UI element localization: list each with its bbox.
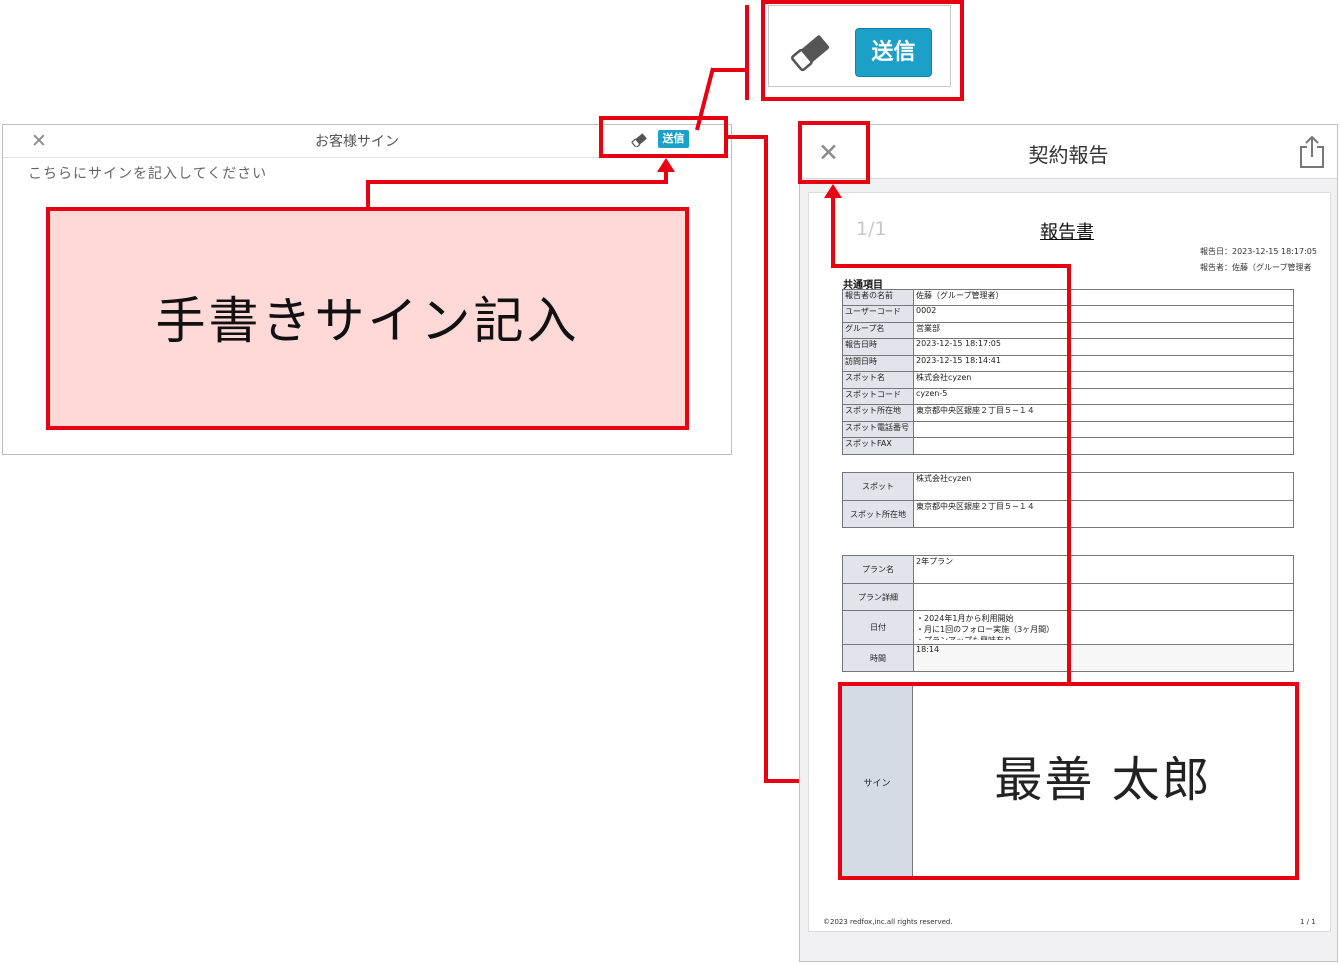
document-title: 報告書 bbox=[1040, 222, 1094, 243]
highlight-close bbox=[798, 121, 870, 184]
connector-line bbox=[664, 170, 668, 184]
reporter: 報告者：佐藤（グループ管理者 bbox=[1200, 263, 1312, 272]
row-label: スポットFAX bbox=[842, 437, 914, 455]
row-label: スポット所在地 bbox=[842, 500, 914, 528]
row-label: 報告者の名前 bbox=[842, 289, 914, 306]
arrow-up-icon bbox=[657, 158, 675, 172]
row-value: 株式会社cyzen bbox=[913, 472, 1294, 501]
connector-line bbox=[1067, 264, 1071, 684]
row-value: 東京都中央区銀座２丁目５−１４ bbox=[913, 500, 1294, 528]
share-icon[interactable] bbox=[1298, 135, 1326, 169]
row-label: スポット電話番号 bbox=[842, 421, 914, 438]
row-label: スポットコード bbox=[842, 388, 914, 405]
row-value: 0002 bbox=[913, 305, 1294, 323]
connector-line bbox=[831, 264, 1071, 268]
connector-line bbox=[831, 196, 835, 268]
report-header: ✕ 契約報告 bbox=[800, 125, 1337, 179]
row-label: 時間 bbox=[842, 644, 914, 672]
connector-line bbox=[764, 135, 768, 783]
row-label: 日付 bbox=[842, 610, 914, 645]
connector-line bbox=[712, 68, 748, 72]
callout-text: 手書きサイン記入 bbox=[155, 292, 580, 350]
row-value: cyzen-5 bbox=[913, 388, 1294, 405]
page-count: 1 / 1 bbox=[1300, 918, 1316, 926]
copyright: ©2023 redfox,inc.all rights reserved. bbox=[823, 918, 953, 926]
connector-line bbox=[695, 67, 715, 131]
row-value: 株式会社cyzen bbox=[913, 371, 1294, 389]
row-value: 18:14 bbox=[913, 644, 1294, 672]
row-value: 佐藤（グループ管理者） bbox=[913, 289, 1294, 306]
row-label: プラン詳細 bbox=[842, 583, 914, 611]
highlight-signature bbox=[838, 682, 1299, 880]
date-line: ・プランアップも興味有り bbox=[916, 635, 1291, 640]
row-value bbox=[913, 421, 1294, 438]
row-label: ユーザーコード bbox=[842, 305, 914, 323]
row-label: 訪問日時 bbox=[842, 355, 914, 372]
page-indicator: 1/1 bbox=[856, 218, 887, 240]
row-value: 2023-12-15 18:14:41 bbox=[913, 355, 1294, 372]
row-value: 2023-12-15 18:17:05 bbox=[913, 338, 1294, 356]
row-label: スポット bbox=[842, 472, 914, 501]
connector-line bbox=[745, 5, 749, 100]
row-label: グループ名 bbox=[842, 322, 914, 339]
send-button[interactable]: 送信 bbox=[855, 28, 932, 77]
sign-placeholder[interactable]: こちらにサインを記入してください bbox=[28, 163, 267, 183]
report-title: 契約報告 bbox=[1028, 143, 1109, 167]
row-value: 2年プラン bbox=[913, 555, 1294, 584]
row-value: 東京都中央区銀座２丁目５−１４ bbox=[913, 404, 1294, 422]
row-value bbox=[913, 583, 1294, 611]
row-label: スポット所在地 bbox=[842, 404, 914, 422]
row-label: スポット名 bbox=[842, 371, 914, 389]
connector-line bbox=[366, 180, 668, 184]
row-label: プラン名 bbox=[842, 555, 914, 584]
connector-line bbox=[366, 180, 370, 208]
eraser-icon[interactable] bbox=[790, 34, 832, 72]
report-date: 報告日：2023-12-15 18:17:05 bbox=[1200, 247, 1317, 256]
date-line: ・2024年1月から利用開始 bbox=[916, 614, 1014, 623]
row-label: 報告日時 bbox=[842, 338, 914, 356]
row-value: 営業部 bbox=[913, 322, 1294, 339]
date-line: ・月に1回のフォロー実施（3ヶ月間） bbox=[916, 625, 1055, 634]
connector-line bbox=[728, 135, 768, 139]
row-value bbox=[913, 437, 1294, 455]
row-value: ・2024年1月から利用開始・月に1回のフォロー実施（3ヶ月間）・プランアップも… bbox=[913, 610, 1294, 645]
handwriting-callout: 手書きサイン記入 bbox=[46, 207, 689, 430]
